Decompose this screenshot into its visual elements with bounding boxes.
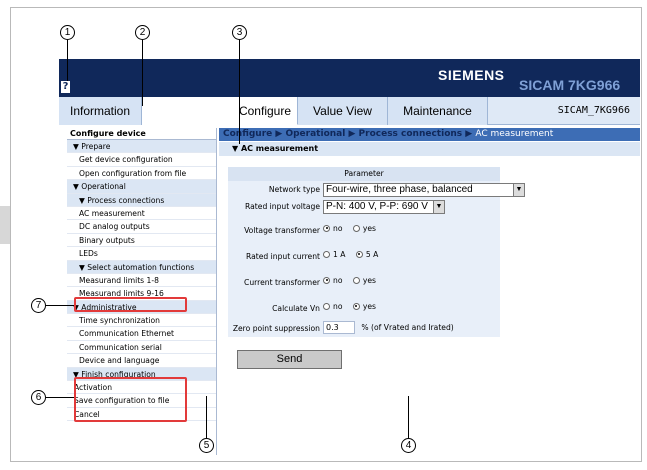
sidebar-item-dc-analog-outputs[interactable]: DC analog outputs	[67, 220, 216, 234]
sidebar-group-operational[interactable]: ▼ Operational	[67, 180, 216, 194]
sidebar-title: Configure device	[67, 128, 216, 140]
radio-label: yes	[362, 223, 377, 233]
highlight-administrative	[74, 297, 187, 312]
section-title-ac-measurement[interactable]: ▼ AC measurement	[219, 142, 640, 156]
radio-label: no	[333, 275, 343, 285]
breadcrumb-separator-icon: ▶	[348, 129, 356, 139]
breadcrumb-item-configure[interactable]: Configure	[223, 129, 272, 139]
sidebar-item-time-synchronization[interactable]: Time synchronization	[67, 314, 216, 328]
brand-logo: SIEMENS	[438, 67, 505, 83]
calculate-vn-yes-radio[interactable]	[352, 302, 360, 310]
send-button[interactable]: Send	[237, 350, 342, 369]
callout-2: 2	[135, 25, 150, 40]
sidebar-item-ac-measurement[interactable]: AC measurement	[67, 207, 216, 221]
breadcrumb-item-process-connections[interactable]: Process connections	[359, 129, 463, 139]
callout-4-leader	[408, 396, 409, 438]
network-type-value: Four-wire, three phase, balanced	[326, 184, 473, 195]
voltage-transformer-label: Voltage transformer	[244, 226, 320, 235]
zero-point-suppression-label: Zero point suppression	[232, 324, 320, 333]
device-name-label: SICAM_7KG966	[557, 105, 630, 116]
network-type-select[interactable]: Four-wire, three phase, balanced ▼	[323, 183, 525, 197]
radio-label: yes	[362, 275, 377, 285]
row-rated-input-voltage: Rated input voltage P-N: 400 V, P-P: 690…	[228, 200, 500, 215]
current-transformer-label: Current transformer	[244, 278, 320, 287]
breadcrumb-item-operational[interactable]: Operational	[285, 129, 345, 139]
row-network-type: Network type Four-wire, three phase, bal…	[228, 183, 525, 198]
sidebar-item-binary-outputs[interactable]: Binary outputs	[67, 234, 216, 248]
callout-1-leader	[67, 40, 68, 81]
sidebar-subgroup-select-automation-functions[interactable]: ▼ Select automation functions	[67, 260, 216, 274]
voltage-transformer-no-radio[interactable]	[323, 224, 330, 232]
callout-6: 6	[31, 390, 46, 405]
sidebar-item-open-configuration-from-file[interactable]: Open configuration from file	[67, 167, 216, 181]
sidebar-item-communication-ethernet[interactable]: Communication Ethernet	[67, 327, 216, 341]
rated-input-voltage-value: P-N: 400 V, P-P: 690 V	[326, 201, 428, 212]
chevron-down-icon: ▼	[513, 184, 524, 196]
callout-4: 4	[401, 438, 416, 453]
tab-information[interactable]: Information	[59, 97, 142, 125]
callout-7-leader	[46, 305, 74, 306]
callout-5: 5	[199, 438, 214, 453]
sidebar-item-leds[interactable]: LEDs	[67, 247, 216, 261]
sidebar-group-prepare[interactable]: ▼ Prepare	[67, 140, 216, 154]
sidebar-item-get-device-configuration[interactable]: Get device configuration	[67, 153, 216, 167]
current-transformer-yes-radio[interactable]	[352, 276, 360, 284]
calculate-vn-no-radio[interactable]	[323, 302, 330, 310]
callout-3-leader	[239, 40, 240, 144]
row-rated-input-current: Rated input current 1 A 5 A	[228, 247, 500, 267]
sidebar-item-measurand-limits-1-8[interactable]: Measurand limits 1-8	[67, 274, 216, 288]
radio-label: yes	[362, 301, 377, 311]
rated-input-voltage-label: Rated input voltage	[245, 202, 320, 211]
zero-point-suppression-control: 0.3 % (of Vrated and Irated)	[323, 321, 462, 334]
rated-input-current-options: 1 A 5 A	[323, 249, 386, 259]
product-name: SICAM 7KG966	[519, 77, 621, 93]
radio-label: 1 A	[333, 249, 346, 259]
tab-configure[interactable]: Configure	[142, 97, 298, 125]
tab-bar: Information Configure Value View Mainten…	[59, 97, 640, 125]
screenshot-stage: ? SIEMENS SICAM 7KG966 Information Confi…	[0, 0, 647, 470]
callout-5-leader	[206, 396, 207, 438]
calculate-vn-options: no yes	[323, 301, 384, 311]
calculate-vn-label: Calculate Vn	[272, 304, 320, 313]
rated-input-voltage-select[interactable]: P-N: 400 V, P-P: 690 V ▼	[323, 200, 445, 214]
row-zero-point-suppression: Zero point suppression 0.3 % (of Vrated …	[228, 321, 500, 337]
zero-point-suppression-unit: % (of Vrated and Irated)	[361, 323, 454, 332]
chevron-down-icon: ▼	[433, 201, 444, 213]
sidebar-subgroup-process-connections[interactable]: ▼ Process connections	[67, 193, 216, 207]
breadcrumb-current: AC measurement	[475, 129, 554, 139]
rated-input-current-label: Rated input current	[246, 252, 320, 261]
parameter-table: Parameter Network type Four-wire, three …	[228, 167, 525, 337]
callout-3: 3	[232, 25, 247, 40]
voltage-transformer-options: no yes	[323, 223, 384, 233]
row-current-transformer: Current transformer no yes	[228, 273, 500, 293]
callout-1: 1	[60, 25, 75, 40]
row-calculate-vn: Calculate Vn no yes	[228, 299, 500, 319]
radio-label: no	[333, 301, 343, 311]
current-transformer-options: no yes	[323, 275, 384, 285]
callout-6-leader	[46, 397, 74, 398]
zero-point-suppression-input[interactable]: 0.3	[323, 321, 355, 334]
radio-label: no	[333, 223, 343, 233]
network-type-label: Network type	[268, 185, 320, 194]
breadcrumb-separator-icon: ▶	[275, 129, 283, 139]
callout-7: 7	[31, 298, 46, 313]
parameter-header: Parameter	[228, 167, 500, 181]
help-icon[interactable]: ?	[61, 81, 70, 93]
tab-maintenance[interactable]: Maintenance	[388, 97, 488, 125]
voltage-transformer-yes-radio[interactable]	[352, 224, 360, 232]
left-gutter-marker	[0, 206, 10, 244]
callout-2-leader	[142, 40, 143, 106]
rated-input-current-5a-radio[interactable]	[355, 250, 363, 258]
tab-value-view[interactable]: Value View	[298, 97, 388, 125]
breadcrumb: Configure ▶ Operational ▶ Process connec…	[219, 128, 640, 141]
sidebar-item-communication-serial[interactable]: Communication serial	[67, 341, 216, 355]
row-voltage-transformer: Voltage transformer no yes	[228, 221, 500, 241]
sidebar-item-device-and-language[interactable]: Device and language	[67, 354, 216, 368]
radio-label: 5 A	[365, 249, 379, 259]
current-transformer-no-radio[interactable]	[323, 276, 330, 284]
highlight-finish-items	[74, 377, 187, 422]
rated-input-current-1a-radio[interactable]	[323, 250, 330, 258]
breadcrumb-separator-icon: ▶	[465, 129, 473, 139]
